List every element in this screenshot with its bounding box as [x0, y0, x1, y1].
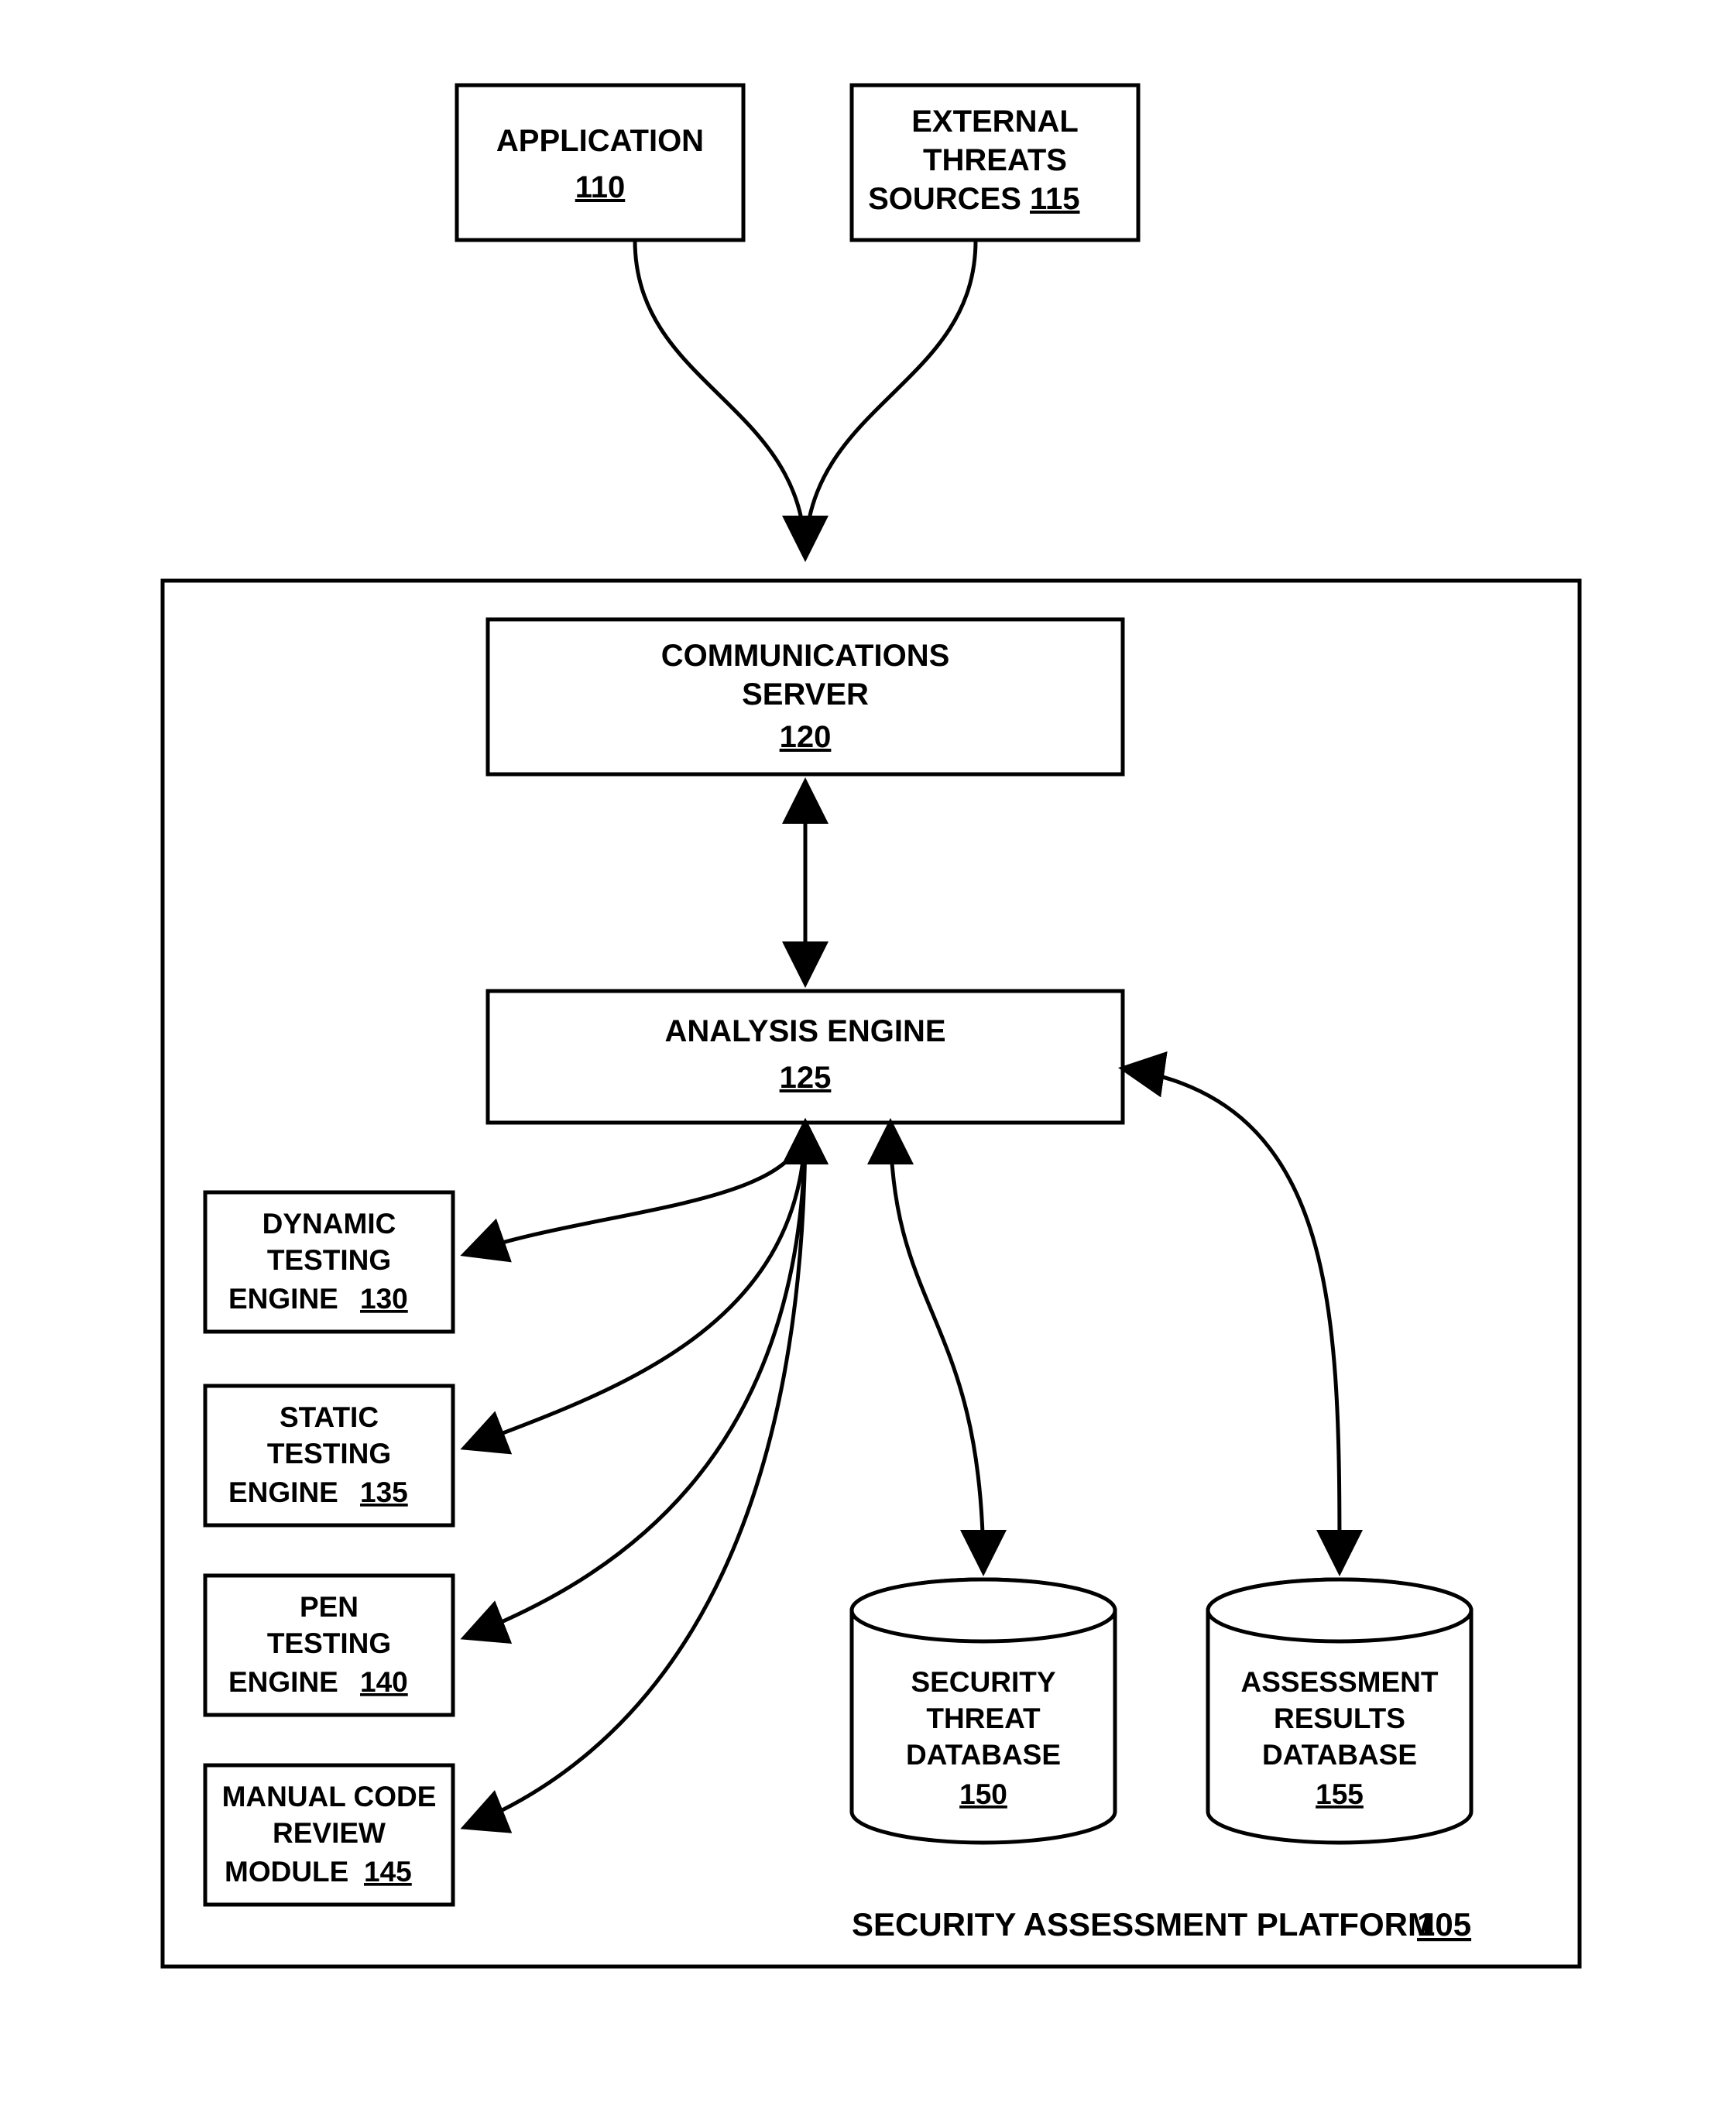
manual-l1: MANUAL CODE [222, 1781, 437, 1812]
static-ref: 135 [360, 1476, 408, 1508]
pen-testing-block: PEN TESTING ENGINE 140 [205, 1576, 453, 1715]
application-ref: 110 [575, 170, 626, 204]
diagram-canvas: APPLICATION 110 EXTERNAL THREATS SOURCES… [0, 0, 1736, 2109]
comm-server-ref: 120 [780, 720, 832, 754]
application-title: APPLICATION [496, 124, 704, 158]
external-threats-ref: 115 [1030, 182, 1080, 216]
analysis-engine-block: ANALYSIS ENGINE 125 [488, 991, 1123, 1123]
manual-l2: REVIEW [273, 1817, 386, 1849]
threat-db-l2: THREAT [926, 1703, 1041, 1734]
results-db-l3: DATABASE [1262, 1739, 1417, 1771]
analysis-engine-ref: 125 [780, 1061, 832, 1095]
pen-ref: 140 [360, 1666, 408, 1698]
threat-db-l3: DATABASE [906, 1739, 1061, 1771]
platform-ref: 105 [1417, 1906, 1471, 1943]
pen-l2: TESTING [267, 1627, 391, 1659]
results-db-l1: ASSESSMENT [1241, 1666, 1439, 1698]
threat-db-l1: SECURITY [911, 1666, 1055, 1698]
dynamic-l3: ENGINE [228, 1283, 338, 1315]
pen-l3: ENGINE [228, 1666, 338, 1698]
manual-code-review-block: MANUAL CODE REVIEW MODULE 145 [205, 1765, 453, 1905]
security-threat-db: SECURITY THREAT DATABASE 150 [852, 1579, 1115, 1843]
arrow-threats-to-comm [805, 240, 976, 557]
threat-db-ref: 150 [959, 1778, 1007, 1810]
dynamic-ref: 130 [360, 1283, 408, 1315]
pen-l1: PEN [300, 1591, 359, 1623]
arrow-app-to-comm [635, 240, 805, 557]
application-block: APPLICATION 110 [457, 85, 743, 240]
comm-server-l2: SERVER [742, 677, 869, 712]
manual-l3: MODULE [225, 1856, 348, 1888]
external-threats-l1: EXTERNAL [911, 105, 1079, 139]
analysis-engine-title: ANALYSIS ENGINE [664, 1014, 945, 1048]
comm-server-block: COMMUNICATIONS SERVER 120 [488, 619, 1123, 774]
external-threats-l2: THREATS [923, 143, 1067, 177]
external-threats-l3: SOURCES [868, 182, 1021, 216]
results-db-ref: 155 [1316, 1778, 1364, 1810]
dynamic-l2: TESTING [267, 1244, 391, 1276]
static-l2: TESTING [267, 1438, 391, 1469]
comm-server-l1: COMMUNICATIONS [661, 639, 950, 673]
static-l3: ENGINE [228, 1476, 338, 1508]
dynamic-l1: DYNAMIC [262, 1208, 396, 1240]
platform-title: SECURITY ASSESSMENT PLATFORM [852, 1906, 1435, 1943]
results-db-l2: RESULTS [1274, 1703, 1405, 1734]
manual-ref: 145 [364, 1856, 412, 1888]
external-threats-block: EXTERNAL THREATS SOURCES 115 [852, 85, 1138, 240]
assessment-results-db: ASSESSMENT RESULTS DATABASE 155 [1208, 1579, 1471, 1843]
dynamic-testing-block: DYNAMIC TESTING ENGINE 130 [205, 1192, 453, 1332]
static-l1: STATIC [280, 1401, 379, 1433]
static-testing-block: STATIC TESTING ENGINE 135 [205, 1386, 453, 1525]
